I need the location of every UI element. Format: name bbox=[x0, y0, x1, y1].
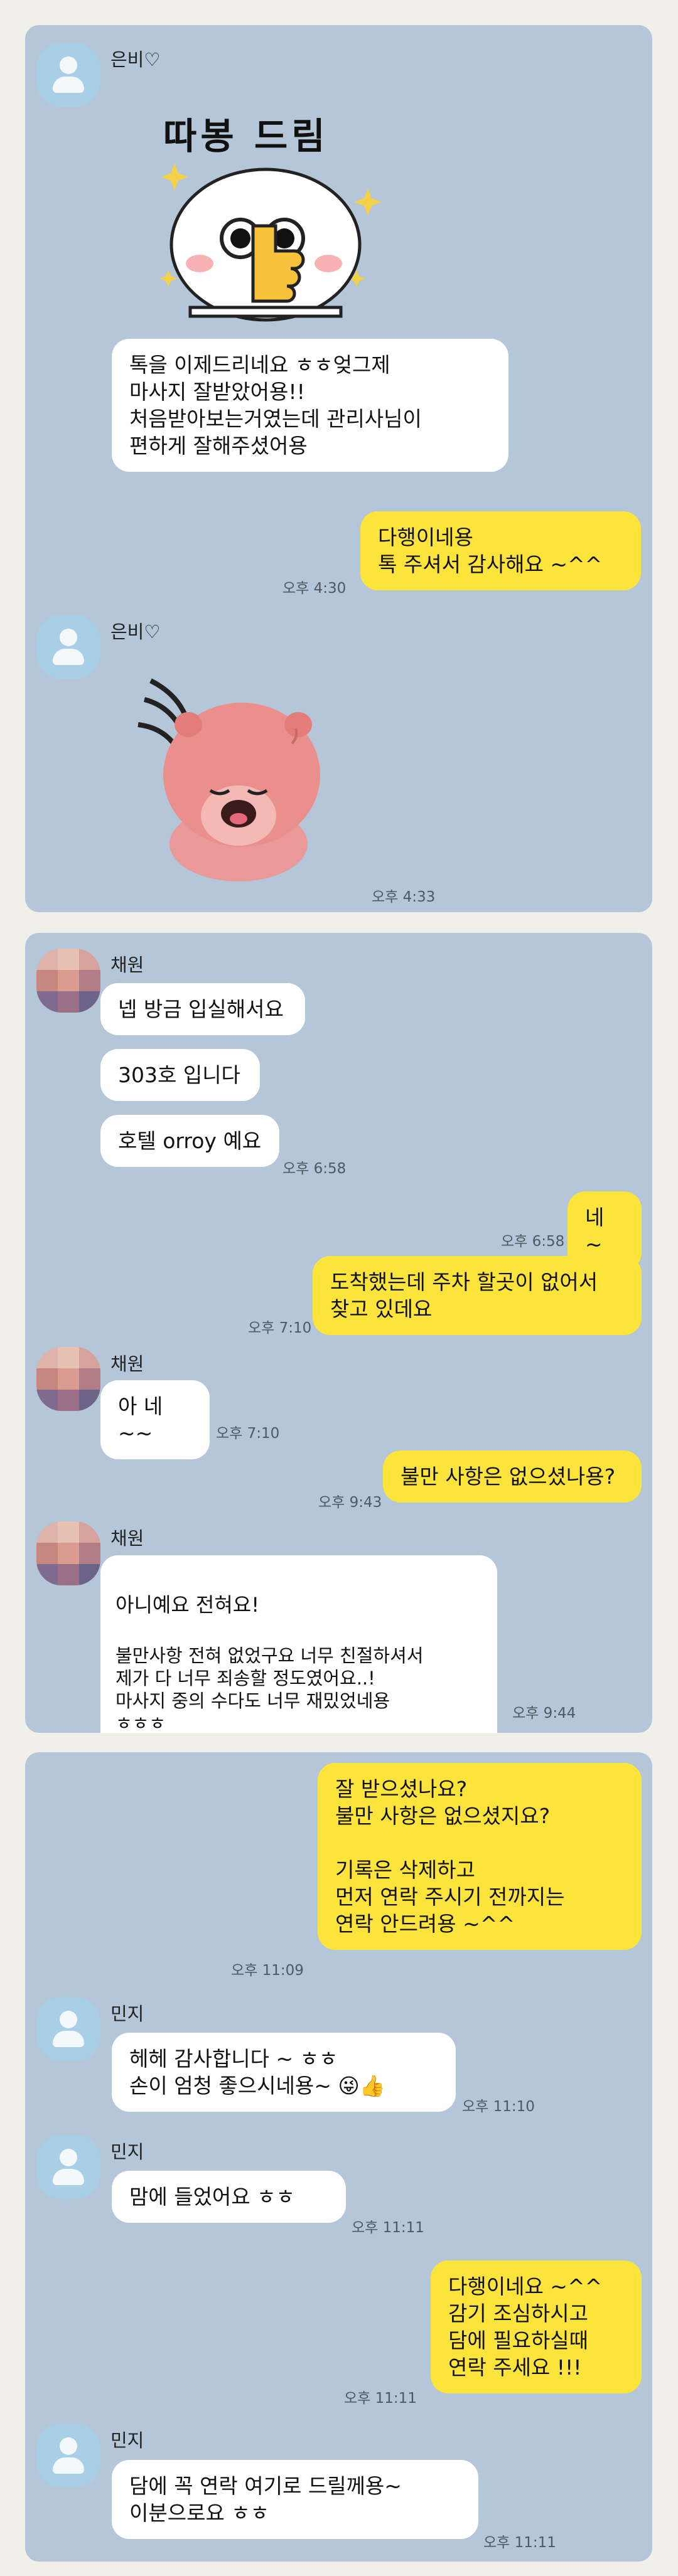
sender-name: 은비♡ bbox=[110, 49, 161, 70]
sender-name: 채원 bbox=[110, 954, 144, 976]
sticker-character-icon bbox=[159, 163, 382, 322]
blurred-avatar[interactable] bbox=[36, 1521, 100, 1585]
sender-name: 채원 bbox=[110, 1528, 144, 1549]
default-avatar-icon[interactable] bbox=[36, 1997, 100, 2061]
my-message-bubble[interactable]: 다행이네요 ~^^ 감기 조심하시고 담에 필요하실때 연락 주세요 !!! bbox=[431, 2260, 642, 2393]
sticker-character-icon bbox=[137, 678, 320, 881]
message-time: 오후 11:09 bbox=[231, 1962, 304, 1979]
message-time: 오후 4:33 bbox=[372, 889, 436, 905]
my-message-bubble[interactable]: 잘 받으셨나요? 불만 사항은 없으셨지요? 기록은 삭제하고 먼저 연락 주시… bbox=[318, 1763, 642, 1950]
message-time: 오후 9:44 bbox=[512, 1705, 576, 1722]
message-bubble[interactable]: 톡을 이제드리네요 ㅎㅎ엊그제 마사지 잘받았어용!! 처음받아보는거였는데 관… bbox=[112, 339, 508, 472]
blurred-avatar[interactable] bbox=[36, 949, 100, 1013]
sender-name: 민지 bbox=[110, 2141, 144, 2163]
message-bubble[interactable]: 아 네~~ bbox=[100, 1380, 210, 1459]
sender-name: 민지 bbox=[110, 2430, 144, 2451]
message-time: 오후 11:11 bbox=[352, 2220, 424, 2236]
sender-name: 채원 bbox=[110, 1353, 144, 1375]
message-time: 오후 11:10 bbox=[462, 2099, 535, 2115]
message-bubble[interactable]: 맘에 들었어요 ㅎㅎ bbox=[112, 2171, 346, 2223]
message-bubble[interactable]: 호텔 orroy 예요 bbox=[100, 1115, 279, 1167]
message-time: 오후 7:10 bbox=[248, 1320, 312, 1336]
my-message-bubble[interactable]: 다행이네용 톡 주셔서 감사해요 ~^^ bbox=[360, 511, 641, 590]
chat-screenshot-2: 채원 넵 방금 입실해서요 303호 입니다 호텔 orroy 예요 오후 6:… bbox=[25, 933, 652, 1733]
message-bubble[interactable]: 아니예요 전혀요! 불만사항 전혀 없었구요 너무 친절하셔서 제가 다 너무 … bbox=[100, 1555, 497, 1733]
message-time: 오후 4:30 bbox=[282, 580, 347, 597]
message-time: 오후 11:11 bbox=[344, 2390, 417, 2407]
sad-beaver-sticker-icon[interactable] bbox=[132, 674, 339, 881]
thumbs-up-sticker-icon[interactable]: 따봉 드림 bbox=[131, 82, 394, 345]
message-text: 아니예요 전혀요! bbox=[116, 1593, 260, 1617]
message-time: 오후 9:43 bbox=[318, 1494, 382, 1511]
message-bubble[interactable]: 303호 입니다 bbox=[100, 1049, 260, 1101]
sender-name: 민지 bbox=[110, 2003, 144, 2025]
blurred-avatar[interactable] bbox=[36, 1347, 100, 1411]
default-avatar-icon[interactable] bbox=[36, 615, 100, 679]
message-text: 불만사항 전혀 없었구요 너무 친절하셔서 제가 다 너무 죄송할 정도였어요.… bbox=[116, 1645, 424, 1733]
my-message-bubble[interactable]: 불만 사항은 없으셨나용? bbox=[383, 1450, 642, 1503]
message-bubble[interactable]: 담에 꼭 연락 여기로 드릴께용~ 이분으로요 ㅎㅎ bbox=[112, 2460, 478, 2539]
message-bubble[interactable]: 넵 방금 입실해서요 bbox=[100, 983, 305, 1035]
message-bubble[interactable]: 헤헤 감사합니다 ~ ㅎㅎ 손이 엄청 좋으시네용~ 😜👍 bbox=[112, 2033, 456, 2112]
message-time: 오후 6:58 bbox=[501, 1233, 565, 1250]
default-avatar-icon[interactable] bbox=[36, 2135, 100, 2199]
default-avatar-icon[interactable] bbox=[36, 2424, 100, 2488]
chat-screenshot-3: 잘 받으셨나요? 불만 사항은 없으셨지요? 기록은 삭제하고 먼저 연락 주시… bbox=[25, 1752, 652, 2562]
message-time: 오후 7:10 bbox=[216, 1425, 280, 1442]
sender-name: 은비♡ bbox=[110, 621, 161, 642]
chat-screenshot-1: 은비♡ 따봉 드림 톡을 이제드리네요 ㅎㅎ엊그제 마사지 잘받았어용!! 처음… bbox=[25, 25, 652, 912]
message-time: 오후 6:58 bbox=[282, 1161, 347, 1177]
my-message-bubble[interactable]: 도착했는데 주차 할곳이 없어서 찾고 있데요 bbox=[313, 1256, 642, 1335]
default-avatar-icon[interactable] bbox=[36, 43, 100, 107]
message-time: 오후 11:11 bbox=[483, 2535, 556, 2551]
